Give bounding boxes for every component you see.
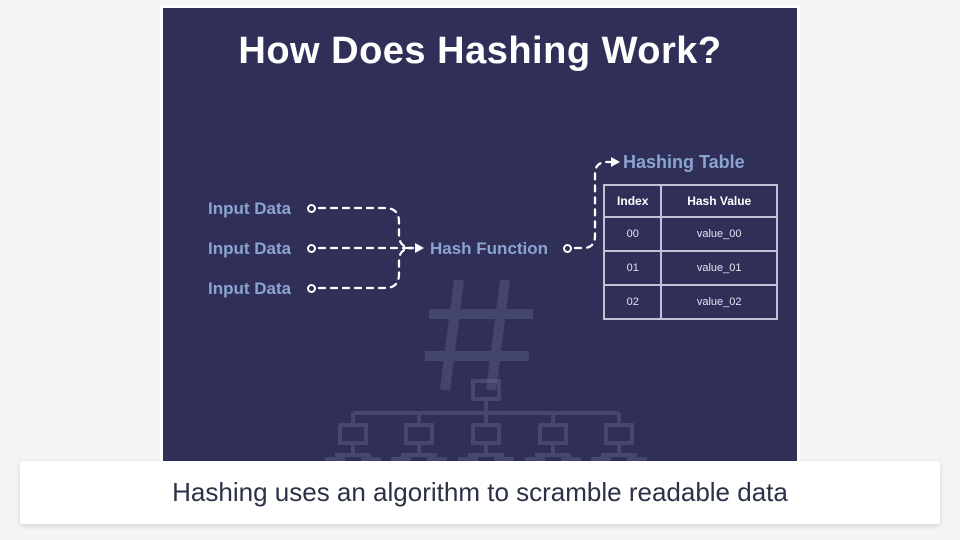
arrowhead-icon [415, 243, 424, 253]
hash-function-label: Hash Function [430, 239, 548, 259]
input-data-label-3: Input Data [208, 279, 291, 299]
arrowhead-icon [611, 157, 620, 167]
caption-text: Hashing uses an algorithm to scramble re… [172, 477, 788, 507]
table-cell-index: 02 [604, 285, 661, 319]
slide-title: How Does Hashing Work? [163, 30, 797, 73]
input-data-label-1: Input Data [208, 199, 291, 219]
table-header-index: Index [604, 185, 661, 217]
connector-node-icon [307, 284, 316, 293]
caption-bar: Hashing uses an algorithm to scramble re… [20, 461, 940, 524]
table-row: 02 value_02 [604, 285, 777, 319]
table-row: 01 value_01 [604, 251, 777, 285]
stage: How Does Hashing Work? Input Data Input … [0, 0, 960, 540]
connector-node-icon [563, 244, 572, 253]
table-cell-index: 01 [604, 251, 661, 285]
table-cell-index: 00 [604, 217, 661, 251]
connector-node-icon [307, 244, 316, 253]
table-cell-value: value_01 [661, 251, 777, 285]
table-header-row: Index Hash Value [604, 185, 777, 217]
table-row: 00 value_00 [604, 217, 777, 251]
hashing-table-label: Hashing Table [623, 152, 745, 173]
hashing-table: Index Hash Value 00 value_00 01 value_01… [603, 184, 778, 320]
diagram-card: How Does Hashing Work? Input Data Input … [160, 5, 800, 475]
connector-node-icon [307, 204, 316, 213]
input-data-label-2: Input Data [208, 239, 291, 259]
table-cell-value: value_00 [661, 217, 777, 251]
table-header-value: Hash Value [661, 185, 777, 217]
table-cell-value: value_02 [661, 285, 777, 319]
